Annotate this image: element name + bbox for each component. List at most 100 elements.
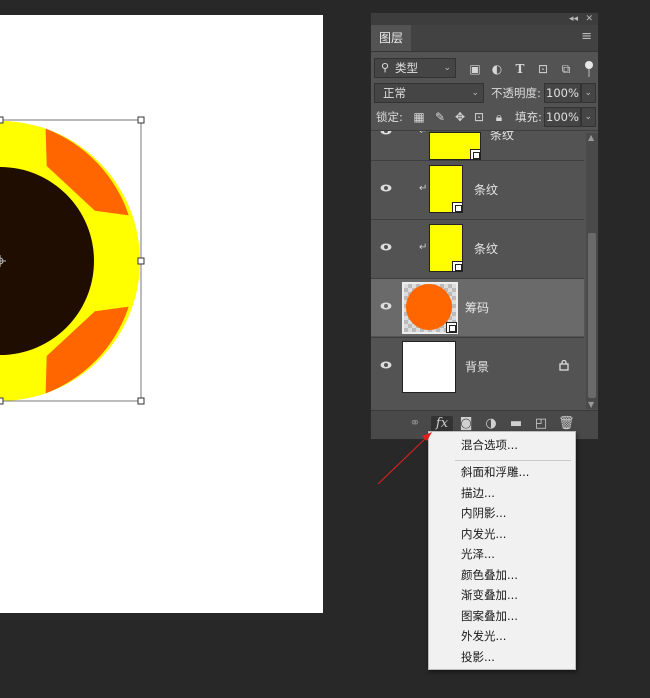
chevron-down-icon: ⌄ xyxy=(584,112,592,122)
eye-icon[interactable] xyxy=(380,241,392,253)
layer-thumbnail xyxy=(402,341,456,393)
link-icon[interactable]: ⚭ xyxy=(407,416,423,432)
eye-icon[interactable] xyxy=(380,300,392,312)
layer-row[interactable]: ↵ 条纹 xyxy=(371,219,584,277)
layer-thumbnail xyxy=(429,132,481,160)
adjustment-filter-icon[interactable]: ◐ xyxy=(490,62,504,76)
tab-layers-label: 图层 xyxy=(378,31,403,45)
lock-transparent-icon[interactable]: ▦ xyxy=(412,110,426,124)
layer-row-selected[interactable]: 筹码 xyxy=(371,278,584,336)
fx-label: fx xyxy=(435,416,449,431)
opacity-label: 不透明度: xyxy=(491,86,541,100)
smart-object-filter-icon[interactable]: ⧉ xyxy=(559,62,573,76)
smart-object-icon xyxy=(446,322,457,333)
eye-icon[interactable] xyxy=(380,131,392,137)
layer-thumbnail xyxy=(402,282,458,334)
search-icon: ⚲ xyxy=(381,61,390,74)
layer-row[interactable]: ↵ 条纹 xyxy=(371,160,584,218)
menu-item-inner-shadow[interactable]: 内阴影... xyxy=(461,505,506,521)
menu-item-drop-shadow[interactable]: 投影... xyxy=(461,649,495,665)
kind-filter-label: 类型 xyxy=(395,61,418,75)
fx-icon[interactable]: fx xyxy=(431,416,453,432)
menu-item-stroke[interactable]: 描边... xyxy=(461,485,495,501)
layer-style-menu: 混合选项... 斜面和浮雕... 描边... 内阴影... 内发光... 光泽.… xyxy=(428,431,576,670)
fill-label: 填充: xyxy=(515,110,542,124)
layers-panel: ◂◂ ✕ 图层 ≡ ⚲ 类型 ⌄ ▣ ◐ T ⊡ ⧉ 正常 ⌄ 不透明度: 10… xyxy=(370,12,599,440)
lock-row: 锁定: ▦ ✎ ✥ ⊡ 🔒︎ 填充: 100% ⌄ xyxy=(371,105,598,131)
menu-item-color-overlay[interactable]: 颜色叠加... xyxy=(461,567,518,583)
lock-label: 锁定: xyxy=(376,110,403,124)
folder-icon[interactable]: ▬ xyxy=(508,416,524,432)
menu-item-inner-glow[interactable]: 内发光... xyxy=(461,526,506,542)
panel-tabbar: 图层 ≡ xyxy=(371,25,598,52)
blend-mode-select[interactable]: 正常 ⌄ xyxy=(374,83,484,103)
adjustment-icon[interactable]: ◑ xyxy=(483,416,499,432)
lock-image-icon[interactable]: ✎ xyxy=(433,110,447,124)
layer-row[interactable]: 背景 xyxy=(371,337,584,395)
lock-all-icon[interactable]: 🔒︎ xyxy=(492,110,506,124)
type-filter-icon[interactable]: T xyxy=(513,62,527,76)
filter-toggle-icon[interactable] xyxy=(585,61,593,69)
layers-list[interactable]: ↵ 条纹 ↵ 条纹 ↵ 条纹 筹码 背景 xyxy=(371,131,584,410)
layer-name[interactable]: 条纹 xyxy=(490,131,514,143)
mask-icon[interactable]: ◙ xyxy=(458,416,474,432)
chevron-up-icon[interactable]: ▲ xyxy=(588,133,594,142)
menu-item-pattern-overlay[interactable]: 图案叠加... xyxy=(461,608,518,624)
panel-titlebar: ◂◂ ✕ xyxy=(371,13,598,25)
smart-object-icon xyxy=(452,261,463,272)
menu-item-gradient-overlay[interactable]: 渐变叠加... xyxy=(461,587,518,603)
menu-separator xyxy=(455,460,571,461)
lock-icon xyxy=(559,359,569,371)
smart-object-icon xyxy=(470,149,481,160)
eye-icon[interactable] xyxy=(380,359,392,371)
layer-name[interactable]: 背景 xyxy=(465,359,489,375)
filter-row: ⚲ 类型 ⌄ ▣ ◐ T ⊡ ⧉ xyxy=(371,55,598,80)
lock-artboard-icon[interactable]: ⊡ xyxy=(472,110,486,124)
chip-artwork xyxy=(0,116,145,405)
chevron-down-icon: ⌄ xyxy=(443,63,451,73)
close-icon[interactable]: ✕ xyxy=(585,13,593,25)
trash-icon[interactable]: 🗑︎ xyxy=(558,416,575,432)
fill-input[interactable]: 100% xyxy=(544,107,581,127)
tab-layers[interactable]: 图层 xyxy=(371,25,411,51)
chevron-down-icon[interactable]: ▼ xyxy=(588,400,594,409)
fill-value: 100% xyxy=(546,110,579,124)
menu-item-satin[interactable]: 光泽... xyxy=(461,546,495,562)
layer-name[interactable]: 筹码 xyxy=(465,300,489,316)
hamburger-icon[interactable]: ≡ xyxy=(581,29,592,44)
menu-item-blending-options[interactable]: 混合选项... xyxy=(461,437,518,453)
chevron-down-icon: ⌄ xyxy=(584,88,592,98)
filter-toggle-stem xyxy=(588,69,590,77)
clip-arrow-icon: ↵ xyxy=(419,242,428,253)
opacity-value: 100% xyxy=(546,86,579,100)
layer-row[interactable]: ↵ 条纹 xyxy=(371,131,584,160)
transform-handle xyxy=(0,397,4,405)
menu-item-outer-glow[interactable]: 外发光... xyxy=(461,628,506,644)
fill-dropdown[interactable]: ⌄ xyxy=(581,107,596,127)
layer-name[interactable]: 条纹 xyxy=(474,241,498,257)
layers-scrollbar[interactable]: ▲ ▼ xyxy=(586,133,598,409)
blend-row: 正常 ⌄ 不透明度: 100% ⌄ xyxy=(371,80,598,105)
transform-handle xyxy=(137,257,145,265)
clip-arrow-icon: ↵ xyxy=(419,183,428,194)
opacity-input[interactable]: 100% xyxy=(544,83,581,103)
new-layer-icon[interactable]: ◰ xyxy=(533,416,549,432)
transform-handle xyxy=(137,116,145,124)
eye-icon[interactable] xyxy=(380,182,392,194)
opacity-dropdown[interactable]: ⌄ xyxy=(581,83,596,103)
layer-thumbnail xyxy=(429,224,463,272)
clip-arrow-icon: ↵ xyxy=(419,131,428,137)
arrow-line xyxy=(377,436,428,485)
double-chevron-icon[interactable]: ◂◂ xyxy=(569,13,578,25)
lock-position-icon[interactable]: ✥ xyxy=(453,110,467,124)
shape-filter-icon[interactable]: ⊡ xyxy=(536,62,550,76)
image-filter-icon[interactable]: ▣ xyxy=(468,62,482,76)
smart-object-icon xyxy=(452,202,463,213)
scroll-thumb[interactable] xyxy=(588,233,596,398)
layer-thumbnail xyxy=(429,165,463,213)
chevron-down-icon: ⌄ xyxy=(471,88,479,98)
layer-kind-filter-select[interactable]: ⚲ 类型 ⌄ xyxy=(374,58,456,78)
menu-item-bevel-emboss[interactable]: 斜面和浮雕... xyxy=(461,464,529,480)
layer-name[interactable]: 条纹 xyxy=(474,182,498,198)
document-canvas[interactable] xyxy=(0,15,323,613)
